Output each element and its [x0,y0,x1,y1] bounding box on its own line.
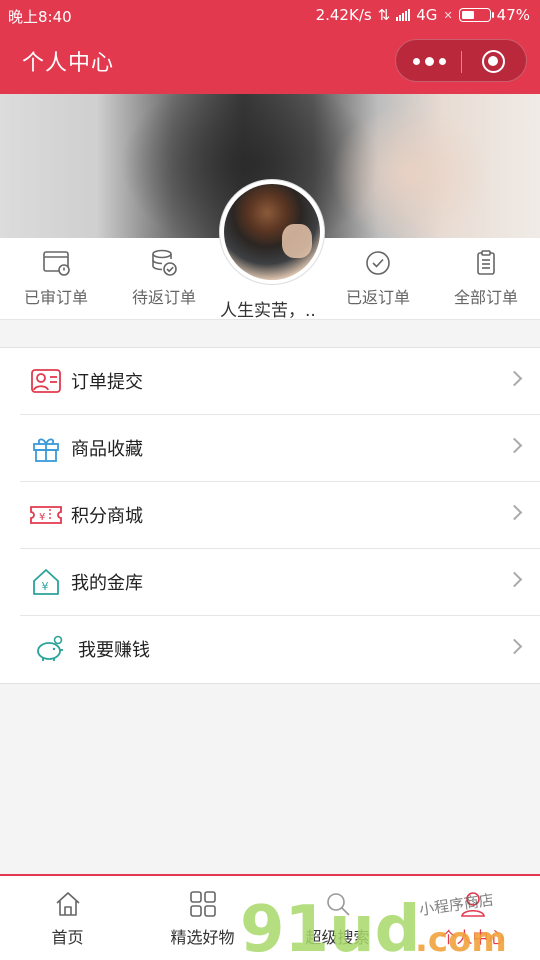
bottom-tab-bar: 首页 精选好物 超级搜索 个人中心 [0,874,540,960]
reviewed-order-icon [43,251,70,276]
tab-label: 超级搜索 [305,928,370,947]
house-yen-icon: ¥ [33,569,59,595]
order-all-label: 全部订单 [453,288,518,307]
page-title: 个人中心 [22,51,115,76]
chevron-right-icon [506,504,523,521]
wifi-off-icon: ✕ [443,8,453,22]
ticket-icon: ¥ [30,506,62,524]
menu-item-order-submit[interactable]: 订单提交 [20,348,540,415]
order-returned-label: 已返订单 [345,288,410,307]
menu-item-vault[interactable]: ¥ 我的金库 [20,549,540,616]
profile-menu: 订单提交 商品收藏 ¥ 积分商城 ¥ 我的金库 我要赚钱 [0,347,540,684]
status-bar: 晚上8:40 2.42K/s ⇅ 4G ✕ 47% [0,0,540,30]
gift-icon [33,438,59,462]
menu-item-favorites[interactable]: 商品收藏 [20,415,540,482]
data-arrows-icon: ⇅ [377,6,391,24]
returned-order-icon [366,251,390,275]
order-all[interactable]: 全部订单 [432,248,540,308]
battery-percent: 47% [496,6,530,24]
order-pending[interactable]: 待返订单 [110,248,218,308]
menu-label: 我要赚钱 [78,640,150,661]
chevron-right-icon [506,437,523,454]
home-icon [55,892,80,916]
network-speed: 2.42K/s [315,6,372,24]
menu-item-points-mall[interactable]: ¥ 积分商城 [20,482,540,549]
chevron-right-icon [506,370,523,387]
tab-profile[interactable]: 个人中心 [405,890,540,948]
status-right: 2.42K/s ⇅ 4G ✕ 47% [316,6,530,24]
search-icon [326,893,350,916]
avatar[interactable] [220,180,324,284]
battery-fill [461,11,474,19]
battery-icon [458,8,494,22]
clipboard-icon [477,250,495,275]
tab-label: 个人中心 [440,928,505,947]
network-type: 4G [416,6,438,24]
id-card-icon [31,369,61,393]
tab-label: 精选好物 [170,928,235,947]
mini-program-capsule [395,39,527,82]
capsule-divider [461,51,462,73]
pending-return-icon [152,249,177,276]
user-avatar [224,184,320,280]
order-reviewed[interactable]: 已审订单 [2,248,110,308]
tab-featured[interactable]: 精选好物 [135,890,270,948]
order-pending-label: 待返订单 [131,288,196,307]
tab-label: 首页 [51,928,84,947]
signal-icon [396,9,411,21]
chevron-right-icon [506,638,523,655]
menu-label: 我的金库 [71,573,143,594]
profile-nickname: 人生实苦，.. [220,301,316,321]
order-returned[interactable]: 已返订单 [324,248,432,308]
target-close-icon[interactable] [482,50,505,73]
tab-search[interactable]: 超级搜索 [270,890,405,948]
more-dots-icon[interactable] [396,40,462,83]
menu-label: 订单提交 [71,372,143,393]
order-reviewed-label: 已审订单 [23,288,88,307]
chevron-right-icon [506,571,523,588]
status-time: 晚上8:40 [8,8,72,26]
menu-label: 商品收藏 [71,439,143,460]
svg-text:¥: ¥ [39,512,45,523]
grid-icon [189,891,216,917]
menu-label: 积分商城 [71,506,143,527]
tab-home[interactable]: 首页 [0,890,135,948]
piggy-bank-icon [37,635,63,661]
menu-item-earn-money[interactable]: 我要赚钱 [20,616,540,683]
title-bar: 晚上8:40 2.42K/s ⇅ 4G ✕ 47% 个人中心 [0,0,540,94]
user-icon [460,892,485,917]
svg-text:¥: ¥ [42,580,49,593]
